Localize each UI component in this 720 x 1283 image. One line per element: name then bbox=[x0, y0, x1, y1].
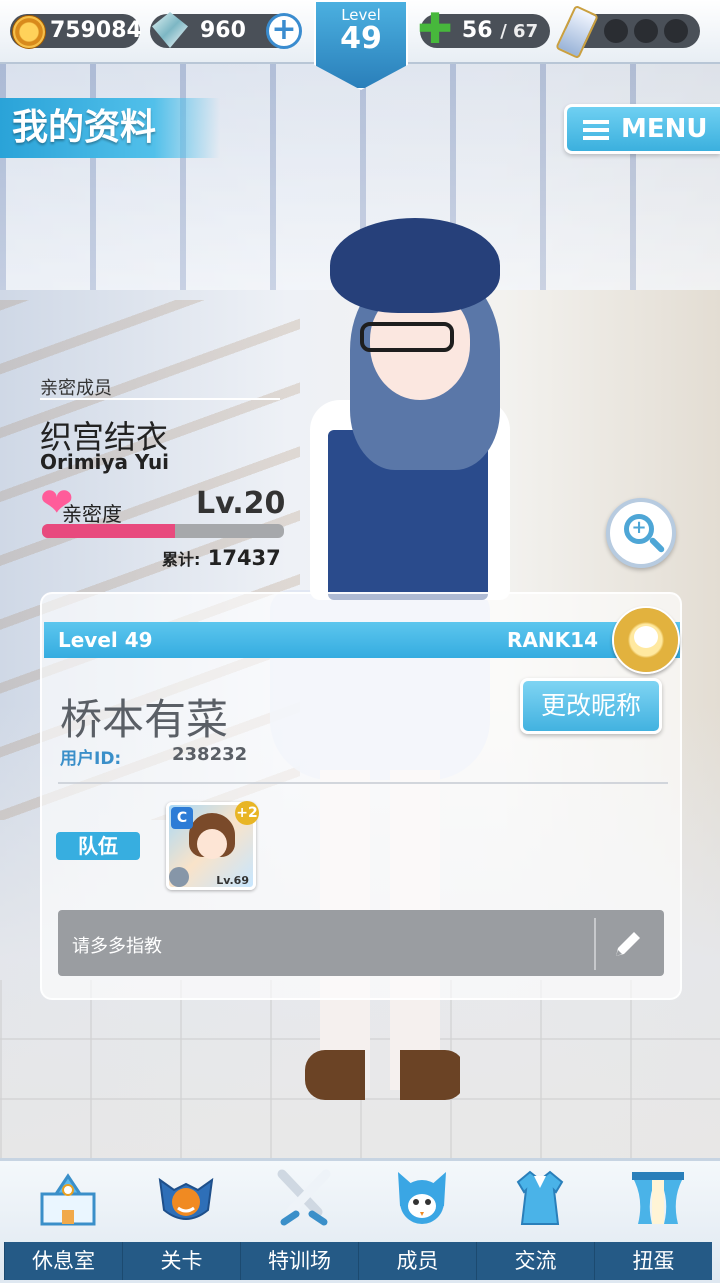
gem-value: 960 bbox=[200, 18, 246, 43]
uniform-dress-icon bbox=[516, 1170, 564, 1225]
affection-label: 亲密度 bbox=[62, 502, 122, 526]
page-title: 我的资料 bbox=[0, 98, 220, 158]
crossed-swords-icon bbox=[277, 1169, 331, 1226]
nav-label: 扭蛋 bbox=[594, 1242, 712, 1280]
rank-medal-icon bbox=[612, 606, 680, 674]
profile-rank: RANK14 bbox=[507, 628, 598, 652]
battle-points bbox=[555, 4, 700, 60]
character-beret bbox=[330, 218, 500, 313]
profile-level: Level 49 bbox=[58, 628, 153, 652]
affection-total: 累计: 17437 bbox=[162, 546, 281, 570]
battle-point-dot bbox=[634, 19, 658, 43]
curtain-stage-icon bbox=[632, 1172, 684, 1224]
coin-value: 759084 bbox=[50, 18, 142, 43]
team-label: 队伍 bbox=[56, 832, 140, 860]
pencil-icon[interactable] bbox=[610, 926, 646, 962]
gem-counter: 960 + bbox=[150, 12, 302, 49]
bonus-badge: +2 bbox=[235, 801, 259, 825]
affection-total-value: 17437 bbox=[207, 546, 281, 570]
level-value: 49 bbox=[340, 21, 382, 56]
nav-training[interactable]: 特训场 bbox=[240, 1158, 358, 1280]
affection-total-label: 累计: bbox=[162, 550, 201, 569]
menu-button[interactable]: MENU bbox=[564, 104, 720, 154]
affection-progress-bar bbox=[42, 524, 284, 538]
hammer-icon bbox=[169, 867, 189, 887]
attribute-badge: C bbox=[171, 807, 193, 829]
nav-social[interactable]: 交流 bbox=[476, 1158, 594, 1280]
profile-level-band: Level 49 RANK14 bbox=[44, 622, 680, 658]
school-building-icon bbox=[40, 1173, 96, 1226]
battle-point-dot bbox=[604, 19, 628, 43]
nav-members[interactable]: 成员 bbox=[358, 1158, 476, 1280]
intimate-member-label: 亲密成员 bbox=[40, 378, 112, 399]
stamina-current: 56 bbox=[461, 18, 493, 43]
nav-gacha[interactable]: 扭蛋 bbox=[594, 1158, 712, 1280]
hamburger-icon bbox=[583, 119, 609, 140]
battle-point-dot bbox=[664, 19, 688, 43]
nav-stages[interactable]: 关卡 bbox=[122, 1158, 240, 1280]
affection-level: Lv.20 bbox=[196, 486, 286, 521]
nav-lounge[interactable]: 休息室 bbox=[4, 1158, 122, 1280]
coin-icon bbox=[12, 15, 46, 49]
affection-progress-fill bbox=[42, 524, 176, 538]
nav-label: 关卡 bbox=[122, 1242, 240, 1280]
cat-mascot-icon bbox=[398, 1172, 446, 1224]
add-gems-button[interactable]: + bbox=[266, 13, 302, 49]
player-nickname: 桥本有菜 bbox=[60, 695, 229, 744]
menu-label: MENU bbox=[621, 114, 708, 144]
message-text: 请多多指教 bbox=[72, 936, 162, 957]
user-id-label: 用户ID: bbox=[60, 749, 122, 769]
card-level: Lv.69 bbox=[216, 874, 249, 887]
nav-label: 成员 bbox=[358, 1242, 476, 1280]
stamina-counter[interactable]: ✚ 56 / 67 bbox=[417, 8, 550, 50]
character-glasses bbox=[360, 322, 454, 352]
nav-label: 交流 bbox=[476, 1242, 594, 1280]
plus-cross-icon: ✚ bbox=[417, 4, 453, 53]
zoom-button[interactable]: + bbox=[606, 498, 676, 568]
character-shoes bbox=[305, 1050, 465, 1100]
demon-mask-icon bbox=[158, 1177, 214, 1220]
team-member-card[interactable]: C +2 Lv.69 bbox=[166, 801, 259, 890]
divider bbox=[40, 398, 280, 400]
nav-label: 休息室 bbox=[4, 1242, 122, 1280]
divider bbox=[594, 918, 596, 970]
stamina-max: / 67 bbox=[500, 21, 539, 42]
gem-icon bbox=[152, 12, 188, 48]
coin-counter: 759084 bbox=[10, 14, 142, 49]
user-id-value: 238232 bbox=[172, 744, 248, 765]
member-name-romaji: Orimiya Yui bbox=[40, 450, 170, 474]
divider bbox=[58, 782, 668, 784]
change-nickname-button[interactable]: 更改昵称 bbox=[520, 678, 662, 734]
nav-label: 特训场 bbox=[240, 1242, 358, 1280]
